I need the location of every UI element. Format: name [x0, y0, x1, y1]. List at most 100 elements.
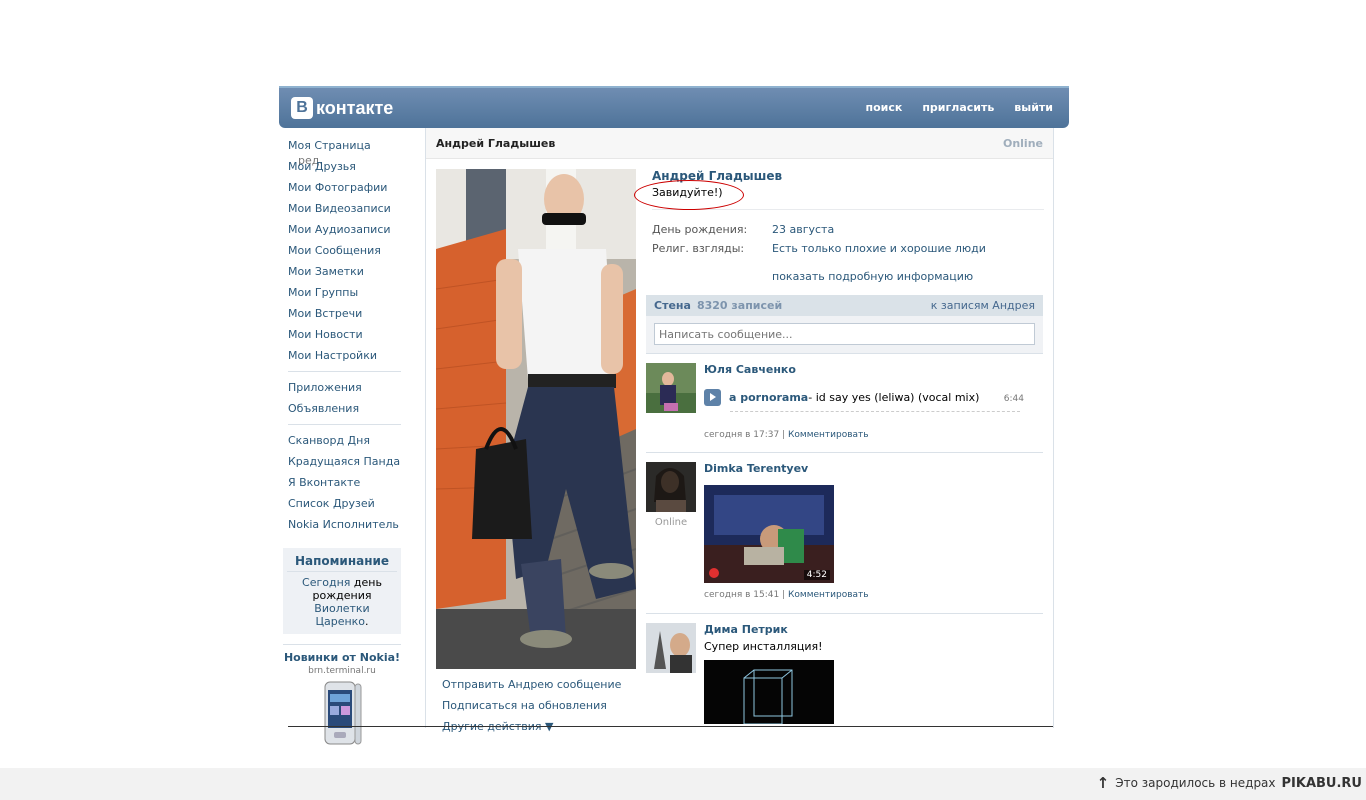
nav-apps[interactable]: Приложения [288, 380, 401, 401]
audio-divider [730, 411, 1020, 412]
nav-photos[interactable]: Мои Фотографии [288, 180, 401, 201]
post-time: сегодня в 17:37 [704, 430, 780, 440]
nav-search[interactable]: поиск [865, 101, 902, 114]
app-friends-list[interactable]: Список Друзей [288, 496, 401, 517]
post-time: сегодня в 15:41 [704, 590, 780, 600]
info-divider [652, 209, 1044, 210]
reminder-person[interactable]: Виолетки Царенко [314, 602, 369, 628]
religion-label: Религ. взгляды: [652, 242, 745, 255]
audio-artist[interactable]: a pornorama [729, 391, 808, 404]
subscribe-link[interactable]: Подписаться на обновления [442, 699, 621, 720]
post-meta: сегодня в 17:37 | Комментировать [704, 430, 869, 440]
wall: Стена 8320 записей к записям Андрея Юля С… [646, 295, 1043, 724]
nav-news[interactable]: Мои Новости [288, 327, 401, 348]
wall-count: 8320 записей [696, 299, 783, 312]
top-nav: поиск пригласить выйти [865, 101, 1053, 114]
comment-link[interactable]: Комментировать [788, 590, 869, 600]
profile-info: Андрей Гладышев Завидуйте!) День рождени… [634, 169, 1044, 283]
photo-attachment[interactable] [704, 660, 834, 724]
nav-logout[interactable]: выйти [1014, 101, 1053, 114]
religion-value[interactable]: Есть только плохие и хорошие люди [772, 243, 986, 254]
nav-my-page-label[interactable]: Моя Страница [288, 139, 371, 152]
nav-divider [288, 371, 401, 372]
birthday-value[interactable]: 23 августа [772, 224, 834, 235]
nav-my-page[interactable]: Моя Страница ред. [288, 138, 401, 167]
frame-bottom-line [288, 726, 1053, 727]
nav-notes[interactable]: Мои Заметки [288, 264, 401, 285]
red-circle-annotation [634, 180, 744, 210]
meta-separator: | [782, 590, 786, 600]
birthday-label: День рождения: [652, 223, 748, 236]
nokia-ad-title[interactable]: Новинки от Nokia! [283, 651, 401, 664]
profile-header: Андрей Гладышев Online [426, 128, 1053, 159]
logo-text: контакте [316, 97, 394, 118]
reminder-today[interactable]: Сегодня [302, 576, 350, 589]
send-message-link[interactable]: Отправить Андрею сообщение [442, 678, 621, 699]
audio-attachment: a pornorama - id say yes (leliwa) (vocal… [704, 389, 1024, 406]
comment-link[interactable]: Комментировать [788, 430, 869, 440]
profile-main: Андрей Гладышев Online Отправить Андрею … [425, 128, 1054, 733]
phone-image[interactable] [319, 680, 365, 746]
audio-title: - id say yes (leliwa) (vocal mix) [808, 391, 980, 404]
video-duration: 4:52 [803, 570, 830, 580]
post-author[interactable]: Юля Савченко [704, 363, 796, 376]
nav-events[interactable]: Мои Встречи [288, 306, 401, 327]
profile-header-name: Андрей Гладышев [436, 137, 556, 150]
profile-photo[interactable] [436, 169, 636, 669]
wall-input-area [646, 316, 1043, 354]
nokia-ad-domain: brn.terminal.ru [308, 666, 376, 676]
wall-post: Дима Петрик Супер инсталляция! [646, 614, 1043, 724]
meta-separator: | [782, 430, 786, 440]
app-panda[interactable]: Крадущаяся Панда [288, 454, 401, 475]
audio-duration: 6:44 [1003, 394, 1024, 404]
wall-post: Dimka Terentyev Online 4:52 сегодня в 15… [646, 453, 1043, 614]
reminder-box: Напоминание Сегодня день рождения Виолет… [283, 548, 401, 634]
nav-groups[interactable]: Мои Группы [288, 285, 401, 306]
nokia-ad[interactable]: Новинки от Nokia! brn.terminal.ru [283, 644, 401, 746]
vk-window: В контакте поиск пригласить выйти Моя Ст… [279, 86, 1069, 745]
post-author[interactable]: Dimka Terentyev [704, 462, 808, 475]
vk-logo[interactable]: В контакте [291, 97, 393, 119]
info-birthday: День рождения: 23 августа [652, 224, 1044, 235]
left-sidebar: Моя Страница ред. Мои Друзья Мои Фотогра… [283, 138, 401, 746]
watermark-brand: PIKABU.RU [1281, 775, 1362, 791]
nav-friends[interactable]: Мои Друзья [288, 159, 401, 180]
nav-messages[interactable]: Мои Сообщения [288, 243, 401, 264]
online-status: Online [1002, 137, 1043, 150]
logo-letter: В [291, 97, 313, 119]
profile-status: Завидуйте!) [634, 180, 744, 210]
video-thumbnail[interactable]: 4:52 [704, 485, 834, 583]
watermark-text: Это зародилось в недрах [1115, 776, 1276, 790]
app-nokia[interactable]: Nokia Исполнитель [288, 517, 401, 538]
post-meta: сегодня в 15:41 | Комментировать [704, 590, 869, 600]
wall-post-input[interactable] [654, 323, 1035, 345]
top-bar: В контакте поиск пригласить выйти [279, 86, 1069, 128]
app-ya-vkontakte[interactable]: Я Вконтакте [288, 475, 401, 496]
post-text: Супер инсталляция! [704, 640, 823, 653]
app-scanword[interactable]: Сканворд Дня [288, 433, 401, 454]
avatar[interactable] [646, 363, 696, 413]
wall-header: Стена 8320 записей к записям Андрея [646, 295, 1043, 316]
info-religion: Религ. взгляды: Есть только плохие и хор… [652, 243, 1044, 254]
pikabu-watermark: ↑ Это зародилось в недрах PIKABU.RU [1097, 774, 1362, 792]
nav-divider [288, 424, 401, 425]
show-more-info-link[interactable]: показать подробную информацию [772, 270, 1044, 283]
arrow-up-icon: ↑ [1096, 774, 1110, 792]
nav-invite[interactable]: пригласить [922, 101, 994, 114]
nav-ads[interactable]: Объявления [288, 401, 401, 422]
play-icon[interactable] [704, 389, 721, 406]
wall-title[interactable]: Стена [654, 299, 691, 312]
avatar[interactable] [646, 462, 696, 512]
nav-videos[interactable]: Мои Видеозаписи [288, 201, 401, 222]
nav-audio[interactable]: Мои Аудиозаписи [288, 222, 401, 243]
post-author[interactable]: Дима Петрик [704, 623, 788, 636]
avatar[interactable] [646, 623, 696, 673]
author-online-status: Online [654, 517, 688, 528]
wall-title-group[interactable]: Стена 8320 записей [654, 299, 782, 312]
reminder-dot: . [365, 615, 369, 628]
other-actions-link[interactable]: Другие действия ▼ [442, 720, 621, 734]
to-posts-link[interactable]: к записям Андрея [931, 299, 1035, 312]
reminder-title: Напоминание [287, 554, 397, 572]
nav-settings[interactable]: Мои Настройки [288, 348, 401, 369]
wall-post: Юля Савченко a pornorama - id say yes (l… [646, 354, 1043, 453]
